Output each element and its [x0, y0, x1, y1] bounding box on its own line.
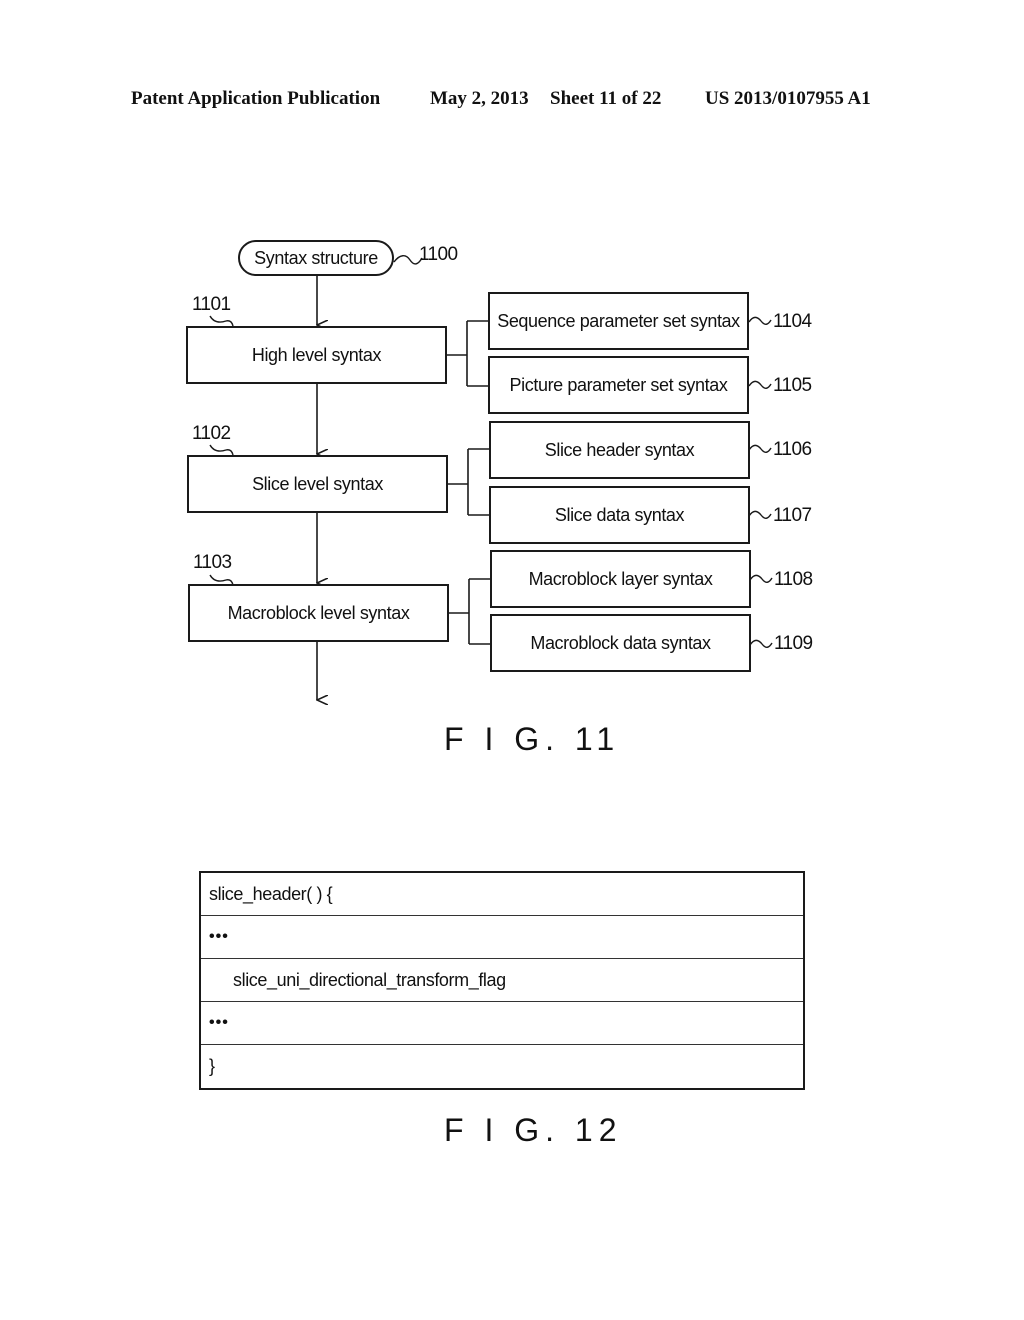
leader-1102 [209, 444, 234, 456]
leader-1109 [749, 639, 773, 648]
ref-1104: 1104 [773, 311, 812, 332]
node-sequence-parameter-set-syntax: Sequence parameter set syntax [488, 292, 749, 350]
node-high-level-syntax: High level syntax [186, 326, 447, 384]
leader-1105 [748, 380, 772, 389]
node-slice-data-syntax: Slice data syntax [489, 486, 750, 544]
ref-1103: 1103 [193, 552, 232, 573]
table-cell: slice_uni_directional_transform_flag [233, 969, 506, 990]
syntax-table: slice_header( ) { ••• slice_uni_directio… [199, 871, 805, 1090]
node-slice-level-syntax: Slice level syntax [187, 455, 448, 513]
table-row: ••• [201, 1002, 803, 1045]
leader-1107 [748, 510, 772, 519]
ref-1100: 1100 [419, 244, 458, 265]
leader-1100 [393, 255, 423, 265]
table-cell: slice_header( ) { [209, 883, 333, 904]
table-row: ••• [201, 916, 803, 959]
bracket-macroblock [448, 578, 491, 645]
node-slice-header-syntax: Slice header syntax [489, 421, 750, 479]
bracket-high [447, 320, 489, 387]
ref-1101: 1101 [192, 294, 231, 315]
table-cell: ••• [209, 1014, 229, 1031]
table-cell: ••• [209, 928, 229, 945]
ref-1102: 1102 [192, 423, 231, 444]
node-macroblock-level-syntax: Macroblock level syntax [188, 584, 449, 642]
ref-1106: 1106 [773, 439, 812, 460]
node-picture-parameter-set-syntax: Picture parameter set syntax [488, 356, 749, 414]
table-row: } [201, 1045, 803, 1088]
leader-1106 [748, 444, 772, 453]
fig11-caption: F I G. 11 [444, 721, 621, 757]
ref-1109: 1109 [774, 633, 813, 654]
node-macroblock-data-syntax: Macroblock data syntax [490, 614, 751, 672]
node-macroblock-layer-syntax: Macroblock layer syntax [490, 550, 751, 608]
ref-1107: 1107 [773, 505, 812, 526]
ref-1105: 1105 [773, 375, 812, 396]
node-syntax-structure: Syntax structure [238, 240, 394, 276]
leader-1101 [209, 315, 234, 327]
table-row: slice_header( ) { [201, 873, 803, 916]
bracket-slice [447, 448, 490, 516]
leader-1108 [749, 574, 773, 583]
ref-1108: 1108 [774, 569, 813, 590]
leader-1104 [748, 316, 772, 325]
fig12-caption: F I G. 12 [444, 1112, 623, 1148]
table-row: slice_uni_directional_transform_flag [201, 959, 803, 1002]
table-cell: } [209, 1056, 215, 1076]
